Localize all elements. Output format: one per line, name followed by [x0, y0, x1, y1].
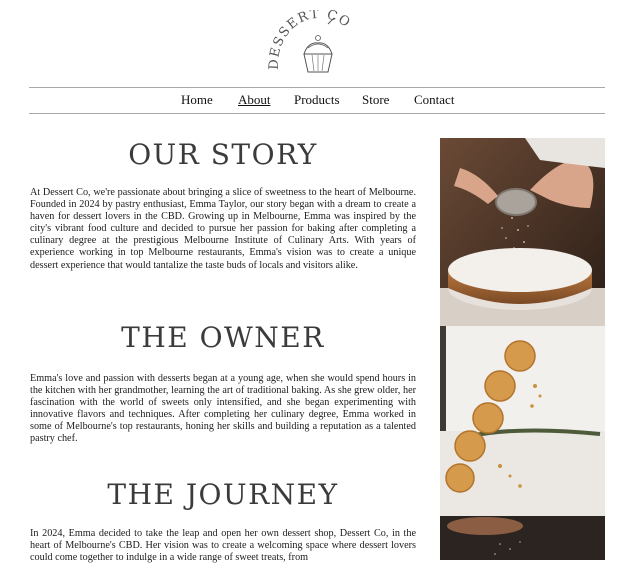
the-owner-heading: THE OWNER	[121, 321, 325, 354]
nav-top-divider	[29, 87, 605, 88]
nav-about[interactable]: About	[238, 92, 271, 108]
dusting-cake-photo	[440, 138, 605, 326]
nav-products[interactable]: Products	[294, 92, 340, 108]
sieve-photo	[440, 516, 605, 560]
nav-bottom-divider	[29, 113, 605, 114]
svg-text:DESSERT CO: DESSERT CO	[268, 10, 354, 70]
nav-home[interactable]: Home	[181, 92, 213, 108]
logo-text: DESSERT CO	[267, 7, 352, 70]
the-journey-heading: THE JOURNEY	[107, 478, 339, 511]
our-story-text: At Dessert Co, we're passionate about br…	[30, 187, 416, 271]
dessert-co-logo[interactable]: DESSERT CO	[267, 7, 368, 80]
the-owner-text: Emma's love and passion with desserts be…	[30, 373, 416, 445]
main-nav: Home About Products Store Contact	[0, 92, 617, 110]
nav-store[interactable]: Store	[362, 92, 389, 108]
citrus-cake-photo	[440, 326, 605, 516]
our-story-heading: OUR STORY	[128, 138, 318, 171]
nav-contact[interactable]: Contact	[414, 92, 454, 108]
the-journey-text: In 2024, Emma decided to take the leap a…	[30, 528, 416, 564]
